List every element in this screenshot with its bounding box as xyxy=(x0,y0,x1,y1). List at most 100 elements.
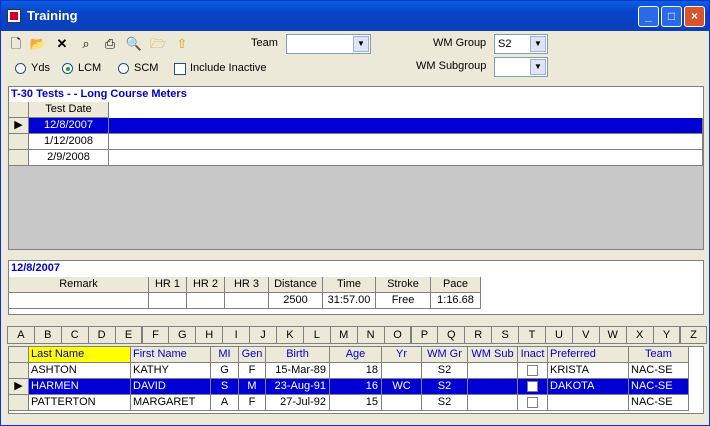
alpha-filter-f[interactable]: F xyxy=(141,326,170,344)
roster-cell-yr[interactable] xyxy=(382,395,422,411)
print-preview-icon[interactable]: 🔍 xyxy=(125,35,143,52)
alpha-filter-v[interactable]: V xyxy=(571,326,600,344)
alpha-filter-h[interactable]: H xyxy=(195,326,224,344)
roster-cell-age[interactable]: 15 xyxy=(330,395,382,411)
inactive-checkbox[interactable] xyxy=(527,364,538,376)
test-row[interactable]: 2/9/2008 xyxy=(29,150,109,166)
hr2-value[interactable] xyxy=(187,293,225,309)
time-value[interactable]: 31:57.00 xyxy=(323,293,376,309)
alpha-filter-a[interactable]: A xyxy=(7,326,35,344)
roster-cell-gen[interactable]: M xyxy=(239,379,266,395)
team-header[interactable]: Team xyxy=(629,347,689,363)
pace-value[interactable]: 1:16.68 xyxy=(431,293,481,309)
inactive-checkbox[interactable] xyxy=(527,380,538,392)
birth-header[interactable]: Birth xyxy=(266,347,330,363)
gen-header[interactable]: Gen xyxy=(239,347,266,363)
alpha-filter-s[interactable]: S xyxy=(491,326,520,344)
wm-gr-header[interactable]: WM Gr xyxy=(422,347,468,363)
open-icon[interactable]: 📂 xyxy=(29,35,47,52)
team-select[interactable]: ▼ xyxy=(286,34,371,54)
roster-cell-wmsub[interactable] xyxy=(468,363,518,379)
roster-cell-birth[interactable]: 27-Jul-92 xyxy=(266,395,330,411)
alpha-filter-t[interactable]: T xyxy=(518,326,546,344)
alpha-filter-m[interactable]: M xyxy=(329,326,358,344)
alpha-filter-x[interactable]: X xyxy=(625,326,654,344)
roster-cell-gen[interactable]: F xyxy=(239,363,266,379)
preferred-header[interactable]: Preferred xyxy=(548,347,629,363)
roster-cell-first[interactable]: MARGARET xyxy=(131,395,211,411)
roster-cell-last[interactable]: ASHTON xyxy=(29,363,131,379)
close-button[interactable]: × xyxy=(684,6,705,27)
alpha-filter-r[interactable]: R xyxy=(464,326,493,344)
roster-cell-mi[interactable]: G xyxy=(211,363,239,379)
alpha-filter-b[interactable]: B xyxy=(33,326,62,344)
print-icon[interactable]: ⎙ xyxy=(101,35,119,52)
roster-cell-yr[interactable]: WC xyxy=(382,379,422,395)
roster-cell-inact[interactable] xyxy=(518,395,548,411)
distance-value[interactable]: 2500 xyxy=(269,293,323,309)
delete-icon[interactable]: ✕ xyxy=(53,35,71,52)
mi-header[interactable]: MI xyxy=(211,347,239,363)
inactive-checkbox[interactable] xyxy=(527,396,538,408)
roster-cell-pref[interactable]: KRISTA xyxy=(548,363,629,379)
find-icon[interactable]: ⌕ xyxy=(77,35,95,52)
alpha-filter-p[interactable]: P xyxy=(410,326,439,344)
hr3-value[interactable] xyxy=(225,293,269,309)
alpha-filter-q[interactable]: Q xyxy=(437,326,466,344)
roster-cell-gen[interactable]: F xyxy=(239,395,266,411)
alpha-filter-z[interactable]: Z xyxy=(679,326,708,344)
roster-cell-wmgr[interactable]: S2 xyxy=(422,379,468,395)
alpha-filter-d[interactable]: D xyxy=(87,326,116,344)
new-icon[interactable]: 🗋 xyxy=(7,35,25,52)
roster-cell-mi[interactable]: S xyxy=(211,379,239,395)
minimize-button[interactable]: _ xyxy=(638,6,659,27)
test-row[interactable]: 1/12/2008 xyxy=(29,134,109,150)
alpha-filter-w[interactable]: W xyxy=(598,326,627,344)
inact-header[interactable]: Inact xyxy=(518,347,548,363)
roster-cell-wmsub[interactable] xyxy=(468,379,518,395)
roster-cell-pref[interactable] xyxy=(548,395,629,411)
roster-cell-wmgr[interactable]: S2 xyxy=(422,395,468,411)
roster-cell-wmgr[interactable]: S2 xyxy=(422,363,468,379)
alpha-filter-e[interactable]: E xyxy=(114,326,143,344)
roster-cell-birth[interactable]: 15-Mar-89 xyxy=(266,363,330,379)
chevron-down-icon[interactable]: ▼ xyxy=(353,36,369,52)
alpha-filter-u[interactable]: U xyxy=(545,326,573,344)
roster-cell-pref[interactable]: DAKOTA xyxy=(548,379,629,395)
roster-cell-team[interactable]: NAC-SE xyxy=(629,395,689,411)
remark-value[interactable] xyxy=(9,293,149,309)
test-row[interactable]: 12/8/2007 xyxy=(29,118,109,134)
open-folder-icon[interactable]: 🗁 xyxy=(149,35,167,52)
wm-subgroup-select[interactable]: ▼ xyxy=(494,57,548,77)
roster-cell-inact[interactable] xyxy=(518,363,548,379)
wm-group-select[interactable]: S2 ▼ xyxy=(494,34,548,54)
roster-cell-age[interactable]: 18 xyxy=(330,363,382,379)
chevron-down-icon[interactable]: ▼ xyxy=(530,59,546,75)
roster-cell-team[interactable]: NAC-SE xyxy=(629,363,689,379)
chevron-down-icon[interactable]: ▼ xyxy=(530,36,546,52)
alpha-filter-k[interactable]: K xyxy=(276,326,304,344)
import-icon[interactable]: ⇧ xyxy=(173,35,191,52)
roster-cell-first[interactable]: DAVID xyxy=(131,379,211,395)
roster-cell-yr[interactable] xyxy=(382,363,422,379)
wm-sub-header[interactable]: WM Sub xyxy=(468,347,518,363)
first-name-header[interactable]: First Name xyxy=(131,347,211,363)
stroke-value[interactable]: Free xyxy=(376,293,431,309)
alpha-filter-l[interactable]: L xyxy=(302,326,331,344)
alpha-filter-n[interactable]: N xyxy=(356,326,385,344)
roster-cell-last[interactable]: HARMEN xyxy=(29,379,131,395)
age-header[interactable]: Age xyxy=(330,347,382,363)
roster-cell-wmsub[interactable] xyxy=(468,395,518,411)
alpha-filter-c[interactable]: C xyxy=(60,326,89,344)
roster-cell-age[interactable]: 16 xyxy=(330,379,382,395)
alpha-filter-i[interactable]: I xyxy=(222,326,251,344)
last-name-header[interactable]: Last Name xyxy=(29,347,131,363)
include-inactive-checkbox[interactable] xyxy=(174,63,186,75)
alpha-filter-o[interactable]: O xyxy=(383,326,412,344)
alpha-filter-y[interactable]: Y xyxy=(652,326,681,344)
roster-cell-last[interactable]: PATTERTON xyxy=(29,395,131,411)
roster-cell-team[interactable]: NAC-SE xyxy=(629,379,689,395)
yr-header[interactable]: Yr xyxy=(382,347,422,363)
roster-cell-first[interactable]: KATHY xyxy=(131,363,211,379)
roster-cell-birth[interactable]: 23-Aug-91 xyxy=(266,379,330,395)
